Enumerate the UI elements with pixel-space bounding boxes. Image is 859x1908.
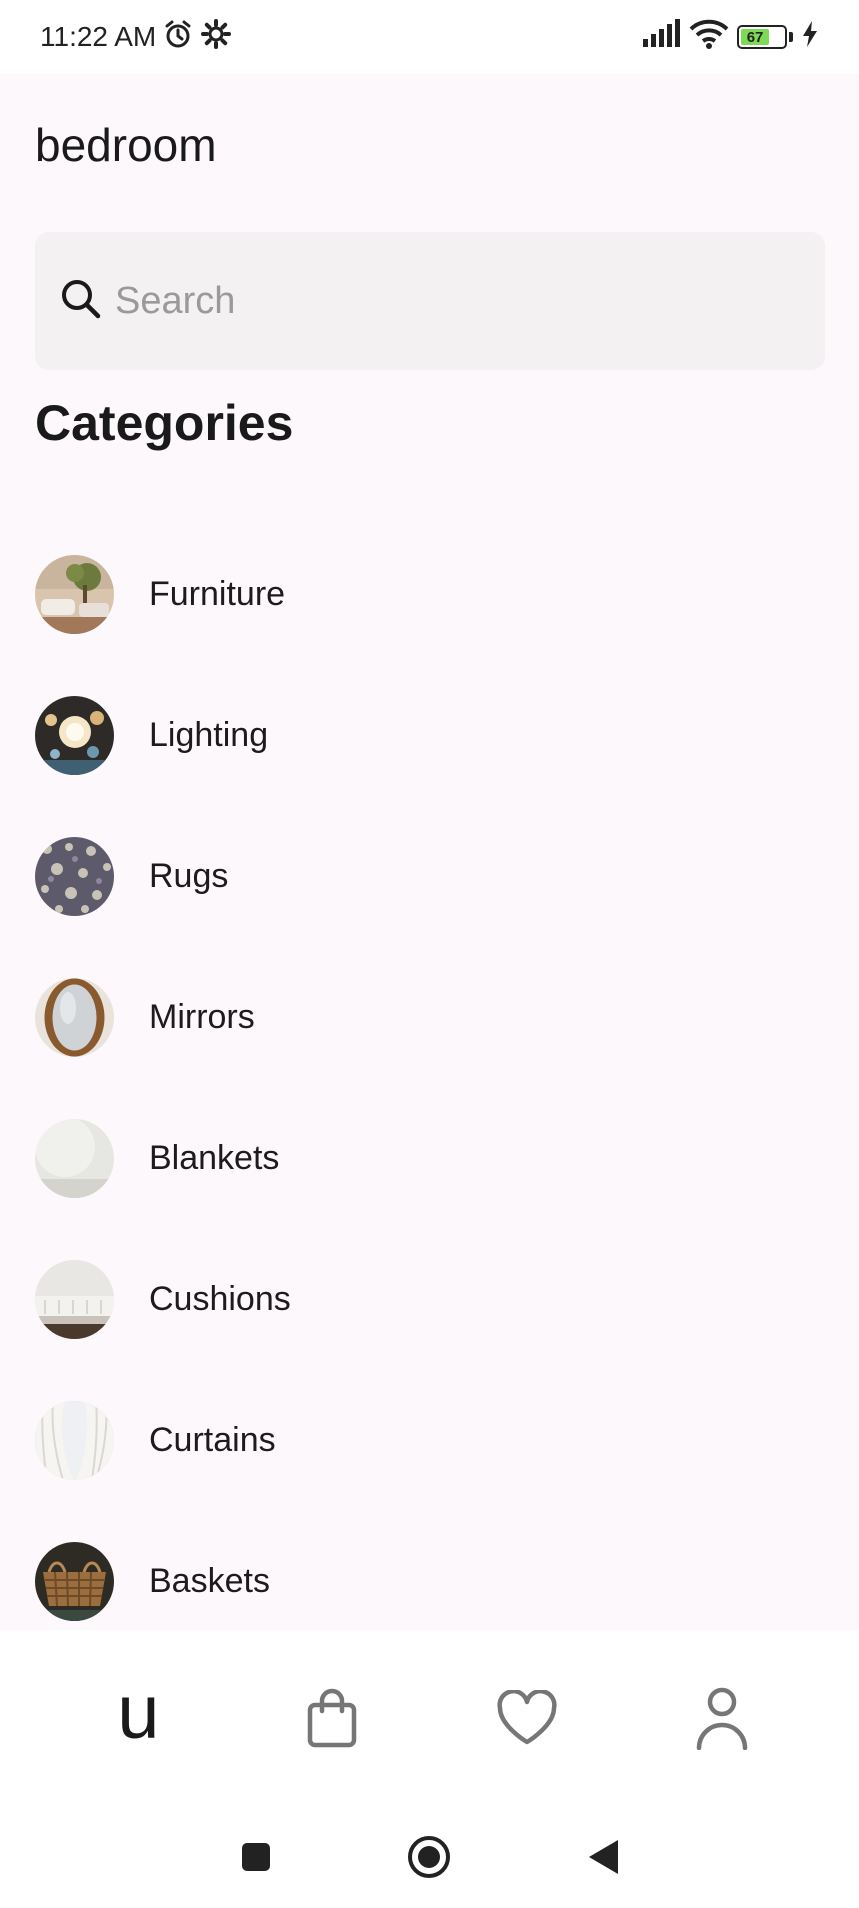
category-label: Cushions xyxy=(149,1280,291,1318)
category-label: Blankets xyxy=(149,1139,280,1177)
category-thumbnail xyxy=(35,696,114,775)
nav-home-button[interactable]: u xyxy=(82,1665,192,1775)
category-thumbnail xyxy=(35,1401,114,1480)
category-item-curtains[interactable]: Curtains xyxy=(35,1370,825,1511)
category-thumbnail xyxy=(35,837,114,916)
category-thumbnail xyxy=(35,1260,114,1339)
nav-cart-button[interactable] xyxy=(277,1665,387,1775)
category-label: Lighting xyxy=(149,716,269,754)
category-item-cushions[interactable]: Cushions xyxy=(35,1229,825,1370)
battery-icon: 67 xyxy=(737,25,793,49)
settings-icon xyxy=(200,18,232,57)
category-label: Mirrors xyxy=(149,998,255,1036)
battery-level: 67 xyxy=(741,29,770,46)
category-thumbnail xyxy=(35,978,114,1057)
heart-icon xyxy=(496,1688,558,1751)
status-bar: 11:22 AM 67 xyxy=(0,0,859,74)
wifi-icon xyxy=(689,19,729,56)
nav-favorites-button[interactable] xyxy=(472,1665,582,1775)
recent-apps-button[interactable] xyxy=(240,1841,272,1878)
category-item-lighting[interactable]: Lighting xyxy=(35,665,825,806)
main-content: bedroom Categories Furniture Lighting Ru… xyxy=(0,74,859,1630)
signal-icon xyxy=(641,18,681,56)
category-item-furniture[interactable]: Furniture xyxy=(35,524,825,665)
bottom-navigation: u xyxy=(0,1630,859,1810)
category-item-blankets[interactable]: Blankets xyxy=(35,1088,825,1229)
category-label: Baskets xyxy=(149,1562,270,1600)
back-button[interactable] xyxy=(586,1838,620,1881)
category-label: Rugs xyxy=(149,857,229,895)
search-bar[interactable] xyxy=(35,232,825,370)
brand-logo: u xyxy=(117,1670,159,1755)
profile-icon xyxy=(695,1686,749,1755)
categories-title: Categories xyxy=(35,395,294,451)
charging-icon xyxy=(801,20,819,55)
category-thumbnail xyxy=(35,555,114,634)
category-label: Furniture xyxy=(149,575,286,613)
category-thumbnail xyxy=(35,1119,114,1198)
category-thumbnail xyxy=(35,1542,114,1621)
nav-profile-button[interactable] xyxy=(667,1665,777,1775)
alarm-icon xyxy=(162,18,194,57)
category-list: Furniture Lighting Rugs Mirrors Blankets xyxy=(35,524,825,1652)
search-icon xyxy=(59,277,103,326)
category-item-mirrors[interactable]: Mirrors xyxy=(35,947,825,1088)
home-button[interactable] xyxy=(407,1835,451,1884)
category-item-rugs[interactable]: Rugs xyxy=(35,806,825,947)
bag-icon xyxy=(306,1687,358,1754)
search-input[interactable] xyxy=(115,279,795,323)
status-time: 11:22 AM xyxy=(40,21,157,52)
system-navigation xyxy=(0,1810,859,1908)
category-label: Curtains xyxy=(149,1421,276,1459)
page-title: bedroom xyxy=(35,119,217,171)
